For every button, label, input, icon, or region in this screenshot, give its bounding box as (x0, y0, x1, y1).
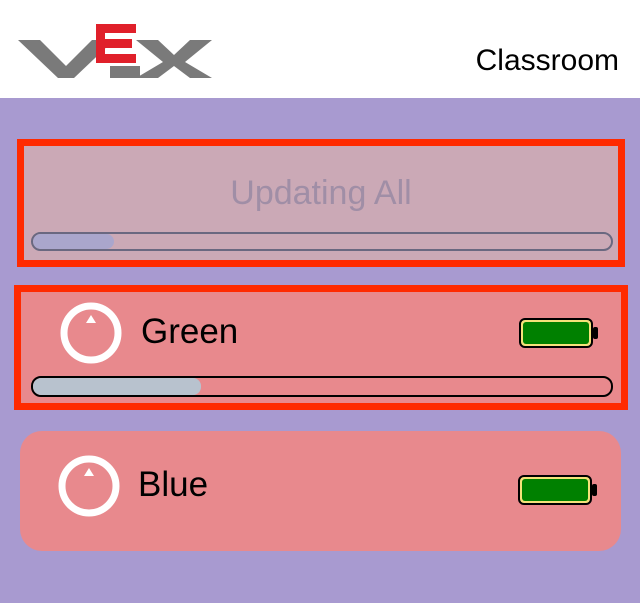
header-title: Classroom (475, 44, 619, 77)
robot-name: Green (141, 312, 239, 351)
robot-progress-fill (33, 378, 201, 395)
update-all-panel[interactable]: Updating All (17, 139, 625, 267)
update-all-progress-bar (31, 232, 613, 251)
update-all-progress-fill (33, 234, 114, 249)
robot-name: Blue (138, 465, 209, 504)
robot-progress-bar (31, 376, 613, 397)
battery-full-icon (518, 316, 600, 350)
robot-brain-icon (58, 455, 120, 517)
vex-logo: VEX (18, 18, 213, 84)
battery-full-icon (517, 473, 599, 507)
robot-brain-icon (60, 302, 122, 364)
update-all-label: Updating All (230, 174, 412, 212)
app-header: VEX Classroom (0, 0, 640, 98)
robot-card-green[interactable]: Green (14, 285, 628, 410)
robot-card-blue[interactable]: Blue (20, 431, 621, 551)
